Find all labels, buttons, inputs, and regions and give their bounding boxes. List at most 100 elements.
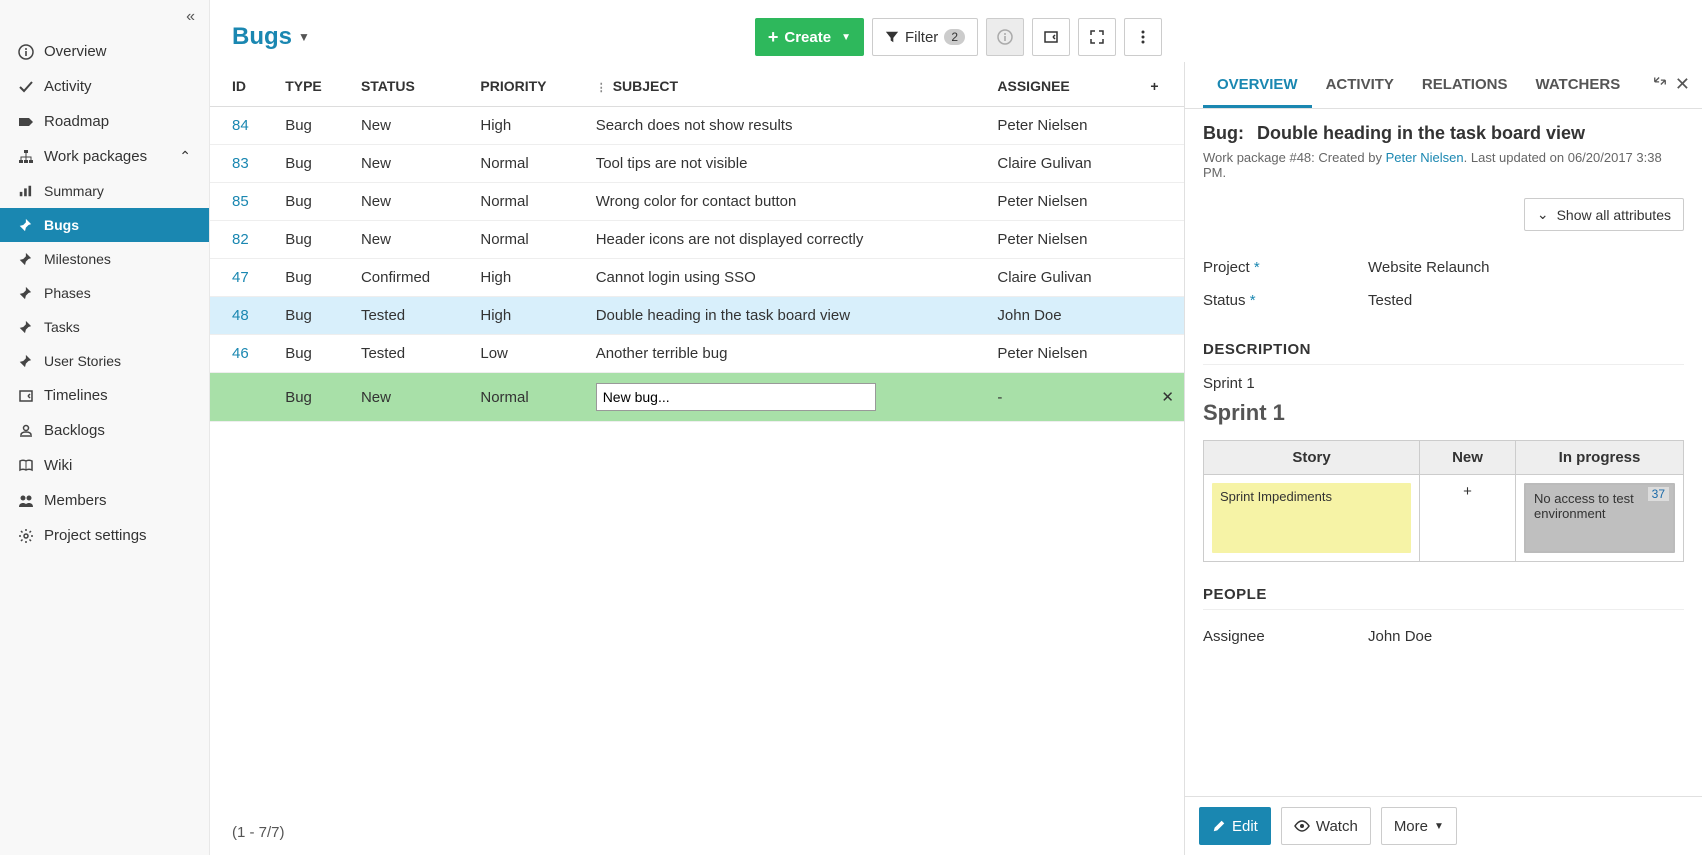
cell-id: 83 — [210, 145, 275, 183]
sidebar-item-work-packages[interactable]: Work packages⌃ — [0, 139, 209, 174]
cell-priority: Normal — [470, 373, 585, 422]
cell-id: 82 — [210, 221, 275, 259]
attribute-value[interactable]: Tested — [1368, 292, 1684, 309]
id-link[interactable]: 83 — [232, 155, 249, 172]
backlog-icon — [18, 423, 44, 439]
people-label: Assignee — [1203, 628, 1368, 645]
sidebar-collapse-button[interactable]: « — [0, 0, 209, 34]
id-link[interactable]: 47 — [232, 269, 249, 286]
id-link[interactable]: 84 — [232, 117, 249, 134]
show-all-attributes-button[interactable]: ⌄ Show all attributes — [1524, 198, 1684, 231]
tab-relations[interactable]: RELATIONS — [1408, 62, 1522, 108]
sidebar-item-milestones[interactable]: Milestones — [0, 242, 209, 276]
sidebar-item-label: Phases — [44, 285, 191, 301]
sidebar-item-label: Timelines — [44, 387, 191, 404]
cell-status: Tested — [351, 297, 470, 335]
fullscreen-button[interactable] — [1078, 18, 1116, 56]
table-row[interactable]: 83BugNewNormalTool tips are not visibleC… — [210, 145, 1184, 183]
filter-button[interactable]: Filter 2 — [872, 18, 978, 56]
pin-icon — [18, 286, 44, 300]
cell-priority: Normal — [470, 183, 585, 221]
info-button[interactable] — [986, 18, 1024, 56]
sidebar-item-wiki[interactable]: Wiki — [0, 448, 209, 483]
description-body: Sprint 1 Sprint 1 StoryNewIn progress Sp… — [1203, 375, 1684, 562]
expand-detail-icon[interactable] — [1653, 74, 1667, 95]
cell-status: Confirmed — [351, 259, 470, 297]
table-row[interactable]: 46BugTestedLowAnother terrible bugPeter … — [210, 335, 1184, 373]
column-priority[interactable]: PRIORITY — [470, 66, 585, 107]
sidebar-item-user-stories[interactable]: User Stories — [0, 344, 209, 378]
sidebar-item-tasks[interactable]: Tasks — [0, 310, 209, 344]
new-subject-input[interactable] — [596, 383, 876, 411]
chevron-up-icon: ⌃ — [179, 148, 191, 165]
story-card: Sprint Impediments — [1212, 483, 1411, 553]
sidebar-item-label: Milestones — [44, 251, 191, 267]
settings-view-button[interactable] — [1032, 18, 1070, 56]
cell-id: 47 — [210, 259, 275, 297]
pin-icon — [18, 320, 44, 334]
column-type[interactable]: TYPE — [275, 66, 351, 107]
author-link[interactable]: Peter Nielsen — [1386, 150, 1464, 165]
table-row[interactable]: 82BugNewNormalHeader icons are not displ… — [210, 221, 1184, 259]
table-row[interactable]: 84BugNewHighSearch does not show results… — [210, 107, 1184, 145]
check-icon — [18, 79, 44, 95]
more-menu-button[interactable] — [1124, 18, 1162, 56]
eye-icon — [1294, 820, 1310, 832]
page-title-dropdown[interactable]: Bugs ▼ — [232, 23, 310, 51]
sidebar-item-summary[interactable]: Summary — [0, 174, 209, 208]
id-link[interactable]: 82 — [232, 231, 249, 248]
sidebar-item-label: User Stories — [44, 353, 191, 369]
sidebar-item-label: Activity — [44, 78, 191, 95]
tab-watchers[interactable]: WATCHERS — [1521, 62, 1634, 108]
more-button[interactable]: More ▼ — [1381, 807, 1457, 845]
close-icon[interactable]: ✕ — [1161, 389, 1174, 406]
column-subject[interactable]: ⋮SUBJECT — [586, 66, 988, 107]
tab-overview[interactable]: OVERVIEW — [1203, 62, 1312, 108]
column-status[interactable]: STATUS — [351, 66, 470, 107]
add-column-button[interactable]: + — [1140, 66, 1184, 107]
edit-button[interactable]: Edit — [1199, 807, 1271, 845]
sidebar-item-backlogs[interactable]: Backlogs — [0, 413, 209, 448]
sidebar-item-overview[interactable]: Overview — [0, 34, 209, 69]
people-value[interactable]: John Doe — [1368, 628, 1684, 645]
task-board: StoryNewIn progress Sprint Impediments +… — [1203, 440, 1684, 562]
attribute-value[interactable]: Website Relaunch — [1368, 259, 1684, 276]
gear-icon — [18, 528, 44, 544]
sidebar-item-phases[interactable]: Phases — [0, 276, 209, 310]
pin-icon — [18, 218, 44, 232]
new-work-package-row: BugNewNormal-✕ — [210, 373, 1184, 422]
cell-assignee: Claire Gulivan — [987, 259, 1140, 297]
cell-subject: Tool tips are not visible — [586, 145, 988, 183]
header-actions: + Create ▼ Filter 2 — [755, 18, 1162, 56]
cell-priority: High — [470, 297, 585, 335]
sidebar-item-project-settings[interactable]: Project settings — [0, 518, 209, 553]
add-card-button[interactable]: + — [1463, 483, 1472, 500]
sidebar-item-roadmap[interactable]: Roadmap — [0, 104, 209, 139]
pin-icon — [18, 252, 44, 266]
sidebar-item-bugs[interactable]: Bugs — [0, 208, 209, 242]
cell-id: 85 — [210, 183, 275, 221]
info-icon — [18, 44, 44, 60]
table-row[interactable]: 47BugConfirmedHighCannot login using SSO… — [210, 259, 1184, 297]
detail-footer: Edit Watch More ▼ — [1185, 796, 1702, 855]
column-id[interactable]: ID — [210, 66, 275, 107]
table-row[interactable]: 85BugNewNormalWrong color for contact bu… — [210, 183, 1184, 221]
description-heading: DESCRIPTION — [1203, 341, 1684, 365]
sidebar-item-activity[interactable]: Activity — [0, 69, 209, 104]
detail-panel: OVERVIEWACTIVITYRELATIONSWATCHERS ✕ Bug:… — [1184, 62, 1702, 855]
column-assignee[interactable]: ASSIGNEE — [987, 66, 1140, 107]
sidebar-item-members[interactable]: Members — [0, 483, 209, 518]
id-link[interactable]: 85 — [232, 193, 249, 210]
create-button[interactable]: + Create ▼ — [755, 18, 864, 56]
page-title-text: Bugs — [232, 23, 292, 51]
close-detail-icon[interactable]: ✕ — [1675, 74, 1690, 95]
id-link[interactable]: 46 — [232, 345, 249, 362]
tab-activity[interactable]: ACTIVITY — [1312, 62, 1408, 108]
table-row[interactable]: 48BugTestedHighDouble heading in the tas… — [210, 297, 1184, 335]
watch-button[interactable]: Watch — [1281, 807, 1371, 845]
id-link[interactable]: 48 — [232, 307, 249, 324]
sidebar-item-timelines[interactable]: Timelines — [0, 378, 209, 413]
cell-priority: Normal — [470, 221, 585, 259]
sidebar-item-label: Backlogs — [44, 422, 191, 439]
cell-subject: Cannot login using SSO — [586, 259, 988, 297]
